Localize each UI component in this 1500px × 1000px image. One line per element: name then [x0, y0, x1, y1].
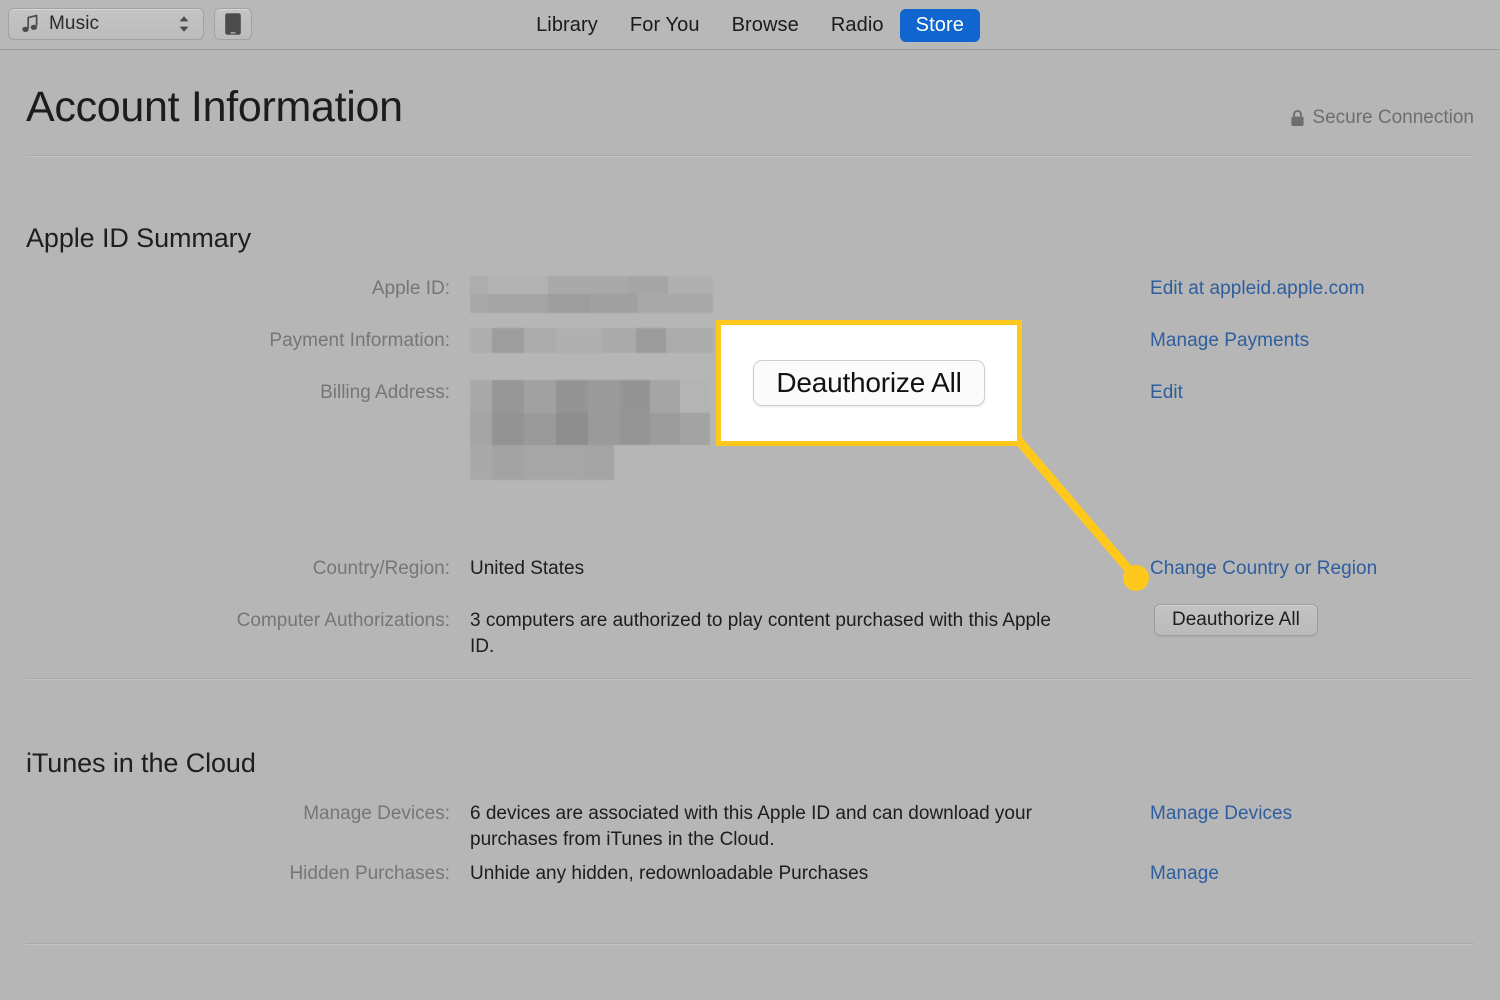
redacted-payment-information-value [470, 328, 713, 353]
redacted-billing-address-value [470, 380, 710, 480]
deauthorize-all-button[interactable]: Deauthorize All [1154, 604, 1318, 636]
row-value-computer-authorizations: 3 computers are authorized to play conte… [470, 610, 1051, 657]
link-manage-payments[interactable]: Manage Payments [1150, 330, 1309, 351]
row-action-computer-authorizations: Deauthorize All [1154, 604, 1484, 636]
row-label-hidden-purchases: Hidden Purchases: [289, 863, 450, 884]
source-selector-popup-button[interactable]: Music [8, 8, 204, 40]
secure-connection-indicator: Secure Connection [1290, 107, 1474, 129]
section-title-itunes-in-the-cloud: iTunes in the Cloud [26, 748, 256, 778]
magnified-deauthorize-all-button[interactable]: Deauthorize All [753, 360, 985, 406]
device-button[interactable] [214, 8, 252, 40]
page-header: Account Information Secure Connection [26, 81, 1474, 161]
chevron-up-down-icon [179, 16, 189, 32]
secure-connection-label: Secure Connection [1312, 107, 1474, 128]
row-value-country-region: United States [470, 558, 585, 579]
link-manage-hidden-purchases[interactable]: Manage [1150, 863, 1219, 884]
music-note-icon [22, 14, 38, 32]
row-action-apple-id: Edit at appleid.apple.com [1150, 276, 1480, 302]
row-label-manage-devices: Manage Devices: [303, 803, 450, 824]
link-manage-devices[interactable]: Manage Devices [1150, 803, 1292, 824]
tab-browse[interactable]: Browse [716, 9, 815, 42]
source-selector-label: Music [49, 13, 100, 34]
page-title: Account Information [26, 83, 403, 131]
account-information-page: Account Information Secure Connection Ap… [0, 51, 1500, 1000]
divider-top [26, 155, 1474, 157]
tab-library[interactable]: Library [520, 9, 614, 42]
tab-store[interactable]: Store [899, 8, 980, 42]
row-value-hidden-purchases: Unhide any hidden, redownloadable Purcha… [470, 863, 869, 884]
toolbar-left-group: Music [8, 8, 252, 40]
link-change-country-or-region[interactable]: Change Country or Region [1150, 558, 1377, 579]
app-toolbar: Music Library For You Browse Radio Store [0, 0, 1500, 50]
row-value-apple-id [470, 276, 1130, 313]
row-action-hidden-purchases: Manage [1150, 861, 1480, 887]
row-label-computer-authorizations: Computer Authorizations: [236, 610, 450, 631]
lock-icon [1291, 109, 1304, 126]
row-label-billing-address: Billing Address: [320, 382, 450, 403]
row-action-manage-devices: Manage Devices [1150, 801, 1480, 827]
divider-bottom [26, 943, 1474, 945]
device-ipad-icon [225, 13, 241, 35]
divider-middle [26, 678, 1474, 680]
row-label-payment-information: Payment Information: [269, 330, 450, 351]
redacted-apple-id-value [470, 276, 713, 313]
link-edit-at-appleid[interactable]: Edit at appleid.apple.com [1150, 278, 1365, 299]
row-action-payment-information: Manage Payments [1150, 328, 1480, 354]
section-title-apple-id-summary: Apple ID Summary [26, 223, 251, 253]
tab-for-you[interactable]: For You [614, 9, 716, 42]
row-action-country-region: Change Country or Region [1150, 556, 1480, 582]
annotation-callout-box: Deauthorize All [716, 320, 1022, 446]
row-label-apple-id: Apple ID: [371, 278, 450, 299]
row-label-country-region: Country/Region: [312, 558, 450, 579]
tab-radio[interactable]: Radio [815, 9, 900, 42]
row-value-manage-devices: 6 devices are associated with this Apple… [470, 803, 1032, 850]
row-action-billing-address: Edit [1150, 380, 1480, 406]
link-edit-billing-address[interactable]: Edit [1150, 382, 1183, 403]
